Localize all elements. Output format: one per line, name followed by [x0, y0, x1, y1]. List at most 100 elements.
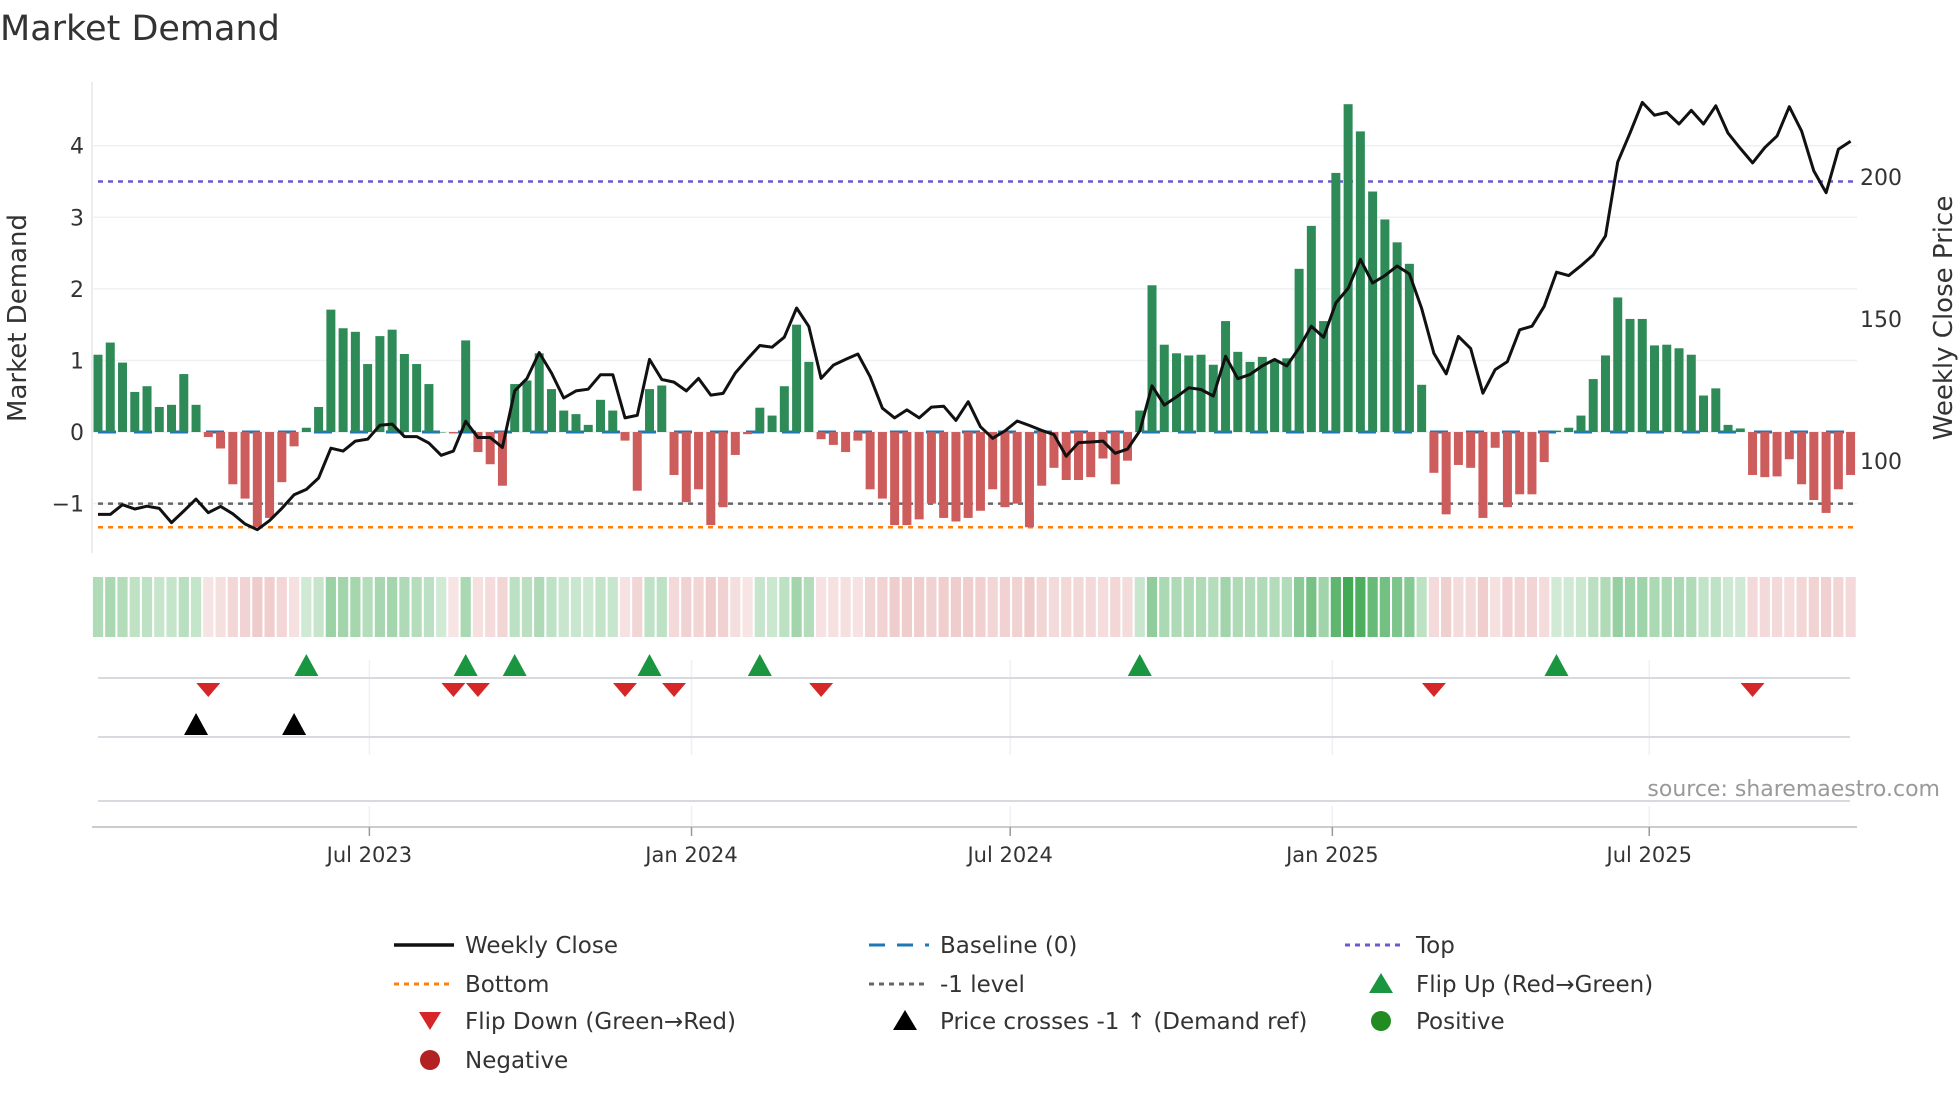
heat-cell [1306, 577, 1317, 637]
y-axis-label: Market Demand [3, 214, 33, 422]
flip-up-marker [637, 654, 662, 676]
demand-bar [1576, 415, 1586, 433]
demand-bar [1368, 191, 1378, 433]
y-axis-right: 100 150 200 [1860, 166, 1902, 475]
heat-cell [656, 577, 667, 637]
demand-bar [1846, 432, 1856, 475]
demand-bar [1821, 432, 1831, 513]
legend-label: Positive [1416, 1009, 1505, 1035]
demand-bar [1417, 384, 1427, 433]
heat-cell [1110, 577, 1121, 637]
heat-cell [203, 577, 214, 637]
demand-bar [1699, 395, 1709, 433]
legend: Weekly Close Baseline (0) Top Bottom -1 leve… [394, 933, 1653, 1074]
demand-bar [767, 415, 777, 433]
flip-down-marker [613, 683, 638, 697]
heat-cell [950, 577, 962, 637]
x-axis: Jul 2023 Jan 2024 Jul 2024 Jan 2025 Jul 2025 [92, 826, 1857, 867]
flip-up-marker [1127, 654, 1152, 676]
demand-bar [1686, 354, 1696, 433]
demand-bar [1735, 428, 1745, 433]
heat-cell [1649, 577, 1660, 637]
y2-tick-label: 150 [1860, 308, 1902, 333]
flip-up-marker [747, 654, 772, 676]
heat-cell [423, 577, 435, 637]
weekly-close-line [98, 100, 1852, 532]
demand-bar [620, 432, 630, 441]
demand-bar [1282, 358, 1292, 433]
demand-bar [1380, 219, 1390, 433]
demand-bar [914, 432, 924, 520]
demand-bar [448, 432, 458, 434]
demand-bar [1429, 432, 1439, 473]
heat-cell [448, 577, 459, 637]
heat-cell [166, 577, 177, 637]
heat-cell [276, 577, 287, 637]
heat-cell [117, 577, 128, 637]
flip-up-marker [502, 654, 527, 676]
heat-cell [803, 577, 814, 637]
chart-title: Market Demand [0, 9, 280, 49]
demand-bar [1527, 432, 1537, 495]
legend-label: Baseline (0) [940, 933, 1077, 959]
heat-cell [595, 577, 606, 637]
demand-bar [1196, 354, 1206, 433]
demand-bar [1172, 353, 1182, 433]
flip-up-marker [1544, 654, 1569, 676]
demand-bar [1012, 432, 1022, 504]
demand-bar [350, 331, 360, 433]
heat-cell [1514, 577, 1525, 637]
heat-cell [816, 577, 827, 637]
heat-cell [1686, 577, 1697, 637]
heat-cell [938, 577, 949, 637]
heat-cell [1465, 577, 1476, 637]
heat-cell [338, 577, 349, 637]
demand-bar [534, 353, 544, 433]
heat-cell [362, 577, 373, 637]
heat-cell [1502, 577, 1513, 637]
demand-bar [706, 432, 716, 526]
heat-cell [1122, 577, 1133, 637]
flip-down-marker [809, 683, 834, 697]
heat-cell [1600, 577, 1611, 637]
heat-cell [889, 577, 900, 637]
legend-label: Bottom [465, 972, 549, 998]
demand-bar [387, 329, 397, 433]
x-tick-label: Jul 2023 [325, 843, 412, 867]
demand-bar [951, 432, 961, 522]
flip-down-marker [662, 683, 687, 697]
heat-cell [1208, 577, 1219, 637]
demand-bar [779, 386, 789, 433]
flip-down-marker [465, 683, 490, 697]
demand-bar [792, 324, 802, 433]
heat-cell [1833, 577, 1844, 637]
legend-label: Weekly Close [465, 933, 618, 959]
heat-cell [1232, 577, 1243, 637]
demand-bar [93, 354, 103, 433]
flip-up-marker [453, 654, 478, 676]
demand-bar [314, 406, 324, 433]
heat-cell [1134, 577, 1145, 637]
heat-cell [632, 577, 643, 637]
flip-down-marker [1421, 683, 1446, 697]
demand-bar [694, 432, 704, 490]
heat-cell [227, 577, 238, 637]
heat-cell [411, 577, 422, 637]
heat-cell [1330, 577, 1341, 637]
demand-bar [1355, 131, 1365, 433]
heat-cell [730, 577, 741, 637]
heat-cell [1551, 577, 1562, 637]
demand-bar [154, 406, 164, 433]
heat-cell [914, 577, 925, 637]
demand-bar [1478, 432, 1488, 518]
demand-bar [1809, 432, 1819, 501]
heat-cell [387, 577, 398, 637]
legend-label: Flip Down (Green→Red) [465, 1009, 736, 1035]
heat-cell [472, 577, 484, 637]
y-tick-label: −1 [52, 493, 84, 518]
heat-cell [791, 577, 802, 637]
price-cross-marker [184, 713, 209, 735]
demand-bar [228, 432, 238, 485]
heat-cell [1036, 577, 1047, 637]
heat-cell [1784, 577, 1795, 637]
